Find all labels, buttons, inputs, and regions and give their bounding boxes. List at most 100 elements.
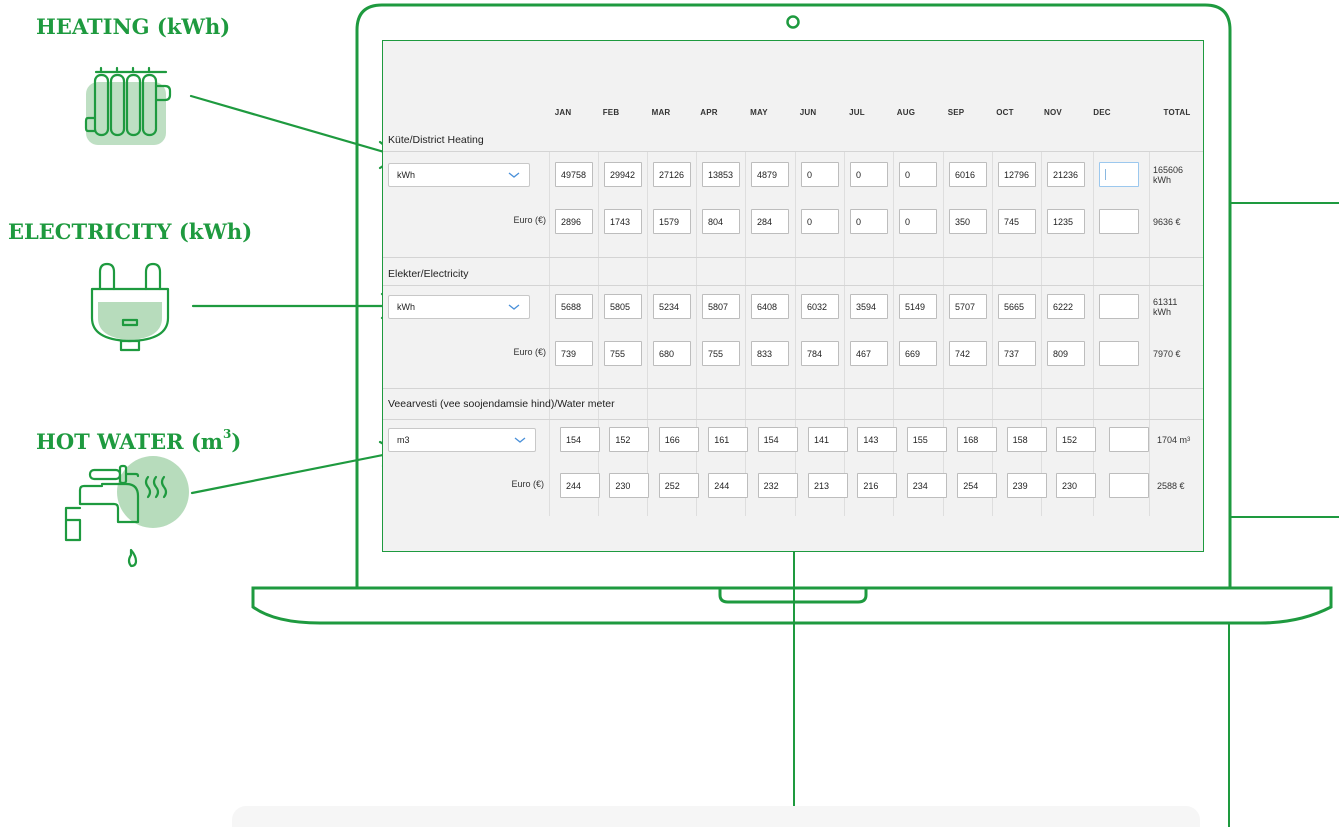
section-divider [383,419,1203,420]
euro-input-sep[interactable]: 350 [949,209,987,234]
amount-input-mar[interactable]: 166 [658,427,699,452]
euro-input-aug[interactable]: 234 [906,473,947,498]
column-separator [745,151,746,516]
euro-input-dec[interactable] [1109,473,1149,498]
column-separator [1093,151,1094,516]
euro-input-sep[interactable]: 254 [957,473,998,498]
amount-input-aug[interactable]: 155 [906,427,947,452]
column-separator [1041,151,1042,516]
column-separator [893,151,894,516]
euro-input-may[interactable]: 284 [751,209,789,234]
euro-input-dec[interactable] [1099,341,1139,366]
euro-input-jan[interactable]: 739 [555,341,593,366]
amount-input-jun[interactable]: 6032 [801,294,839,319]
euro-input-mar[interactable]: 680 [653,341,691,366]
amount-input-dec[interactable] [1099,162,1139,187]
amount-input-may[interactable]: 154 [757,427,798,452]
month-header-jun: JUN [799,108,817,117]
amount-input-apr[interactable]: 161 [708,427,749,452]
euro-input-jul[interactable]: 467 [850,341,888,366]
amount-input-feb[interactable]: 5805 [604,294,642,319]
amount-input-jun[interactable]: 0 [801,162,839,187]
amount-input-dec[interactable] [1099,294,1139,319]
amount-total: 61311 kWh [1153,297,1177,317]
euro-input-feb[interactable]: 1743 [604,209,642,234]
euro-input-jan[interactable]: 2896 [555,209,593,234]
amount-input-jul[interactable]: 3594 [850,294,888,319]
column-separator [696,151,697,516]
amount-input-feb[interactable]: 152 [609,427,650,452]
amount-input-aug[interactable]: 0 [899,162,937,187]
amount-input-oct[interactable]: 158 [1006,427,1047,452]
euro-input-jun[interactable]: 213 [808,473,848,498]
plug-icon [90,262,170,352]
euro-input-aug[interactable]: 669 [899,341,937,366]
euro-input-jul[interactable]: 216 [857,473,898,498]
chevron-down-icon [508,172,520,178]
euro-input-mar[interactable]: 252 [658,473,699,498]
amount-input-may[interactable]: 4879 [751,162,789,187]
euro-input-nov[interactable]: 1235 [1047,209,1085,234]
amount-input-nov[interactable]: 6222 [1047,294,1085,319]
euro-input-may[interactable]: 232 [757,473,798,498]
euro-input-jan[interactable]: 244 [560,473,600,498]
energy-input-form: JAN FEB MAR APR MAY JUN JUL AUG SEP OCT NOV DEC TOTA… [382,40,1204,552]
radiator-icon [84,66,172,145]
euro-input-oct[interactable]: 239 [1006,473,1047,498]
amount-input-mar[interactable]: 5234 [653,294,691,319]
amount-input-may[interactable]: 6408 [751,294,789,319]
amount-input-oct[interactable]: 12796 [998,162,1036,187]
euro-label: Euro (€) [511,479,544,489]
euro-input-nov[interactable]: 809 [1047,341,1085,366]
unit-select[interactable]: m3 [388,428,536,452]
amount-input-mar[interactable]: 27126 [653,162,691,187]
amount-input-jan[interactable]: 49758 [555,162,593,187]
amount-input-apr[interactable]: 13853 [702,162,740,187]
amount-input-jul[interactable]: 143 [857,427,898,452]
unit-select[interactable]: kWh [388,295,530,319]
euro-input-feb[interactable]: 755 [604,341,642,366]
section-divider [383,151,1203,152]
amount-input-sep[interactable]: 5707 [949,294,987,319]
euro-input-dec[interactable] [1099,209,1139,234]
euro-input-apr[interactable]: 755 [702,341,740,366]
amount-input-jul[interactable]: 0 [850,162,888,187]
euro-input-apr[interactable]: 244 [708,473,749,498]
section-title: Elekter/Electricity [388,268,469,280]
amount-input-nov[interactable]: 152 [1056,427,1096,452]
section-title: Veearvesti (vee soojendamsie hind)/Water… [388,398,615,410]
euro-input-may[interactable]: 833 [751,341,789,366]
amount-input-oct[interactable]: 5665 [998,294,1036,319]
total-header: TOTAL [1163,108,1191,117]
amount-total-unit: kWh [1153,175,1171,185]
euro-input-aug[interactable]: 0 [899,209,937,234]
euro-input-oct[interactable]: 745 [998,209,1036,234]
amount-input-feb[interactable]: 29942 [604,162,642,187]
euro-input-feb[interactable]: 230 [609,473,650,498]
column-separator [943,151,944,516]
amount-input-sep[interactable]: 168 [957,427,998,452]
amount-input-apr[interactable]: 5807 [702,294,740,319]
amount-input-jan[interactable]: 5688 [555,294,593,319]
euro-input-mar[interactable]: 1579 [653,209,691,234]
unit-select[interactable]: kWh [388,163,530,187]
amount-input-jan[interactable]: 154 [560,427,600,452]
camera-icon [786,15,800,29]
amount-total-value: 1704 m [1157,435,1188,445]
amount-total-value: 165606 [1153,165,1184,175]
euro-input-oct[interactable]: 737 [998,341,1036,366]
month-header-mar: MAR [651,108,671,117]
euro-input-apr[interactable]: 804 [702,209,740,234]
euro-input-sep[interactable]: 742 [949,341,987,366]
amount-input-jun[interactable]: 141 [808,427,848,452]
amount-input-nov[interactable]: 21236 [1047,162,1085,187]
euro-input-nov[interactable]: 230 [1056,473,1096,498]
euro-input-jun[interactable]: 784 [801,341,839,366]
euro-input-jul[interactable]: 0 [850,209,888,234]
amount-total: 165606 kWh [1153,165,1183,185]
euro-input-jun[interactable]: 0 [801,209,839,234]
amount-input-sep[interactable]: 6016 [949,162,987,187]
amount-input-aug[interactable]: 5149 [899,294,937,319]
amount-input-dec[interactable] [1109,427,1149,452]
unit-select-value: kWh [397,302,415,312]
